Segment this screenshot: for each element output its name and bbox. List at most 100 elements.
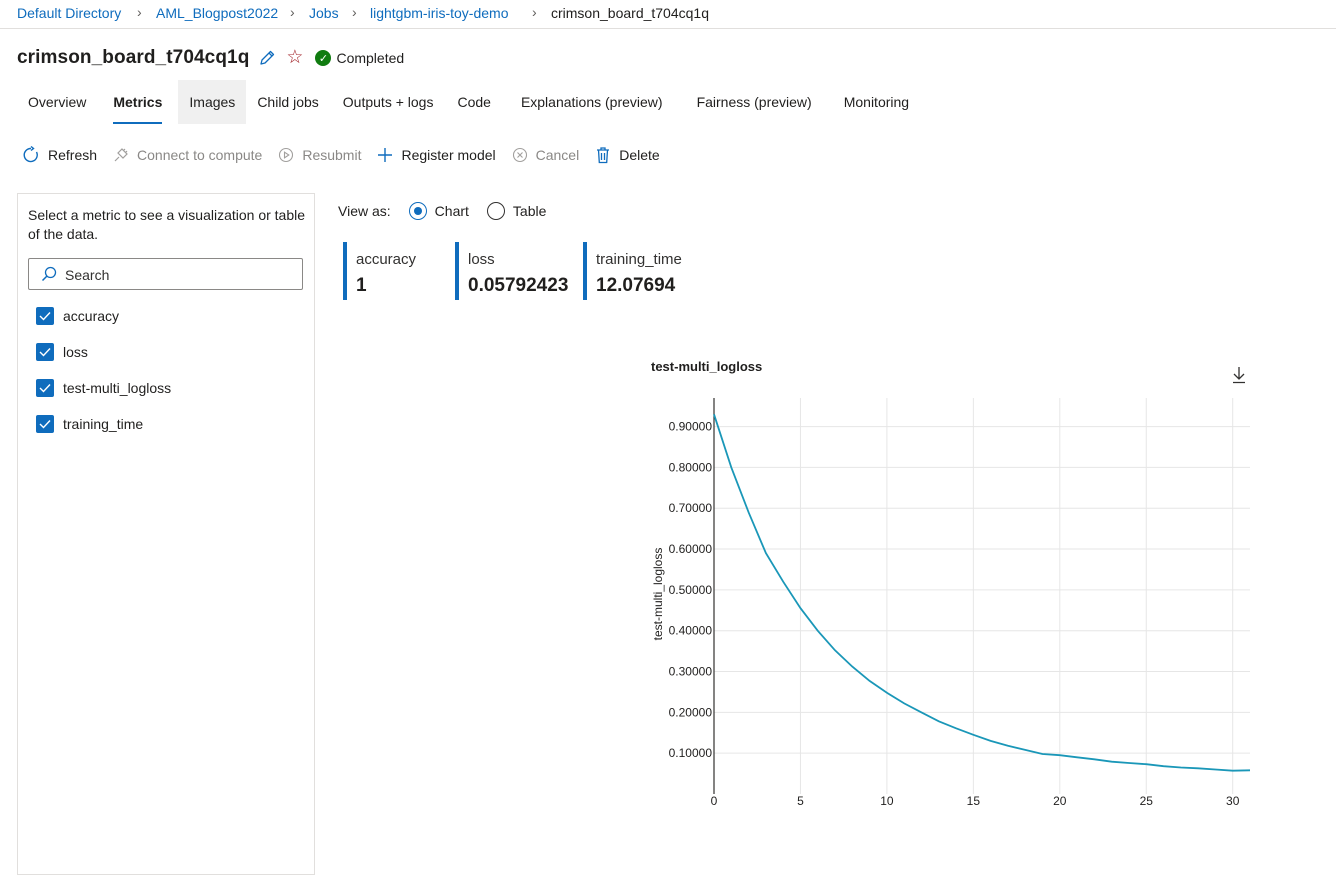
y-tick-label: 0.80000 xyxy=(669,460,713,474)
panel-description: Select a metric to see a visualization o… xyxy=(28,207,306,242)
metric-card-accuracy: accuracy 1 xyxy=(343,242,416,300)
metric-card-name: accuracy xyxy=(356,251,417,268)
y-tick-label: 0.30000 xyxy=(669,665,713,679)
y-tick-label: 0.50000 xyxy=(669,583,713,597)
refresh-button[interactable]: Refresh xyxy=(22,146,97,164)
tab-fairness[interactable]: Fairness (preview) xyxy=(686,80,823,124)
metric-label: training_time xyxy=(63,416,144,432)
play-icon xyxy=(279,147,294,163)
metric-card-name: training_time xyxy=(596,251,682,268)
y-tick-label: 0.60000 xyxy=(669,542,713,556)
cancel-icon xyxy=(512,147,527,163)
chart-grid xyxy=(713,398,1250,794)
tab-metrics[interactable]: Metrics xyxy=(102,80,173,124)
chart-series xyxy=(713,414,1251,772)
x-tick-label: 10 xyxy=(880,794,894,808)
tab-explanations[interactable]: Explanations (preview) xyxy=(510,80,674,124)
breadcrumb-item-workspace[interactable]: AML_Blogpost2022 xyxy=(156,5,278,21)
plus-icon xyxy=(378,148,393,162)
chevron-right-icon: › xyxy=(290,4,295,20)
radio-table[interactable] xyxy=(486,202,505,220)
breadcrumb-item-jobs[interactable]: Jobs xyxy=(309,5,339,21)
metric-label: loss xyxy=(63,344,88,360)
cancel-label: Cancel xyxy=(535,147,580,163)
tab-overview[interactable]: Overview xyxy=(17,80,97,124)
checkmark-icon xyxy=(39,420,51,429)
command-bar: Refresh Connect to compute Resubmit Regi… xyxy=(22,142,676,168)
chevron-right-icon: › xyxy=(137,4,142,20)
breadcrumb-item-directory[interactable]: Default Directory xyxy=(17,5,121,21)
checkbox[interactable] xyxy=(36,379,54,397)
title-row: crimson_board_t704cq1q ☆ ✓ Completed xyxy=(17,44,404,72)
view-as-group: View as: Chart Table xyxy=(338,202,546,220)
delete-button[interactable]: Delete xyxy=(595,146,660,164)
cancel-button[interactable]: Cancel xyxy=(512,147,580,163)
metric-label: accuracy xyxy=(63,308,120,324)
status-badge: ✓ Completed xyxy=(315,50,404,66)
checkbox[interactable] xyxy=(36,343,54,361)
connect-compute-button[interactable]: Connect to compute xyxy=(113,147,262,163)
y-axis: 0.10000 0.20000 0.30000 0.40000 0.50000 0.600… xyxy=(651,398,715,794)
metric-card-name: loss xyxy=(468,251,495,268)
breadcrumb-current: crimson_board_t704cq1q xyxy=(551,5,709,21)
chevron-right-icon: › xyxy=(352,4,357,20)
checkbox[interactable] xyxy=(36,415,54,433)
view-chart-option[interactable]: Chart xyxy=(408,202,469,220)
refresh-label: Refresh xyxy=(48,147,98,163)
register-model-button[interactable]: Register model xyxy=(377,147,496,163)
check-icon: ✓ xyxy=(315,50,332,66)
view-table-label: Table xyxy=(512,203,547,219)
metric-card-value: 1 xyxy=(356,275,367,296)
download-icon[interactable] xyxy=(1231,366,1247,384)
x-tick-label: 25 xyxy=(1140,794,1154,808)
search-input[interactable] xyxy=(63,264,297,286)
metric-checkbox-item[interactable]: training_time xyxy=(36,415,143,433)
metrics-list-panel: Select a metric to see a visualization o… xyxy=(17,193,315,875)
x-tick-label: 0 xyxy=(711,794,718,808)
resubmit-button[interactable]: Resubmit xyxy=(278,147,361,163)
tab-monitoring[interactable]: Monitoring xyxy=(833,80,920,124)
search-icon xyxy=(41,266,57,282)
breadcrumb: Default Directory › AML_Blogpost2022 › J… xyxy=(0,0,1336,29)
x-tick-label: 30 xyxy=(1226,794,1240,808)
pencil-icon[interactable] xyxy=(258,49,276,67)
checkmark-icon xyxy=(39,312,51,321)
radio-chart[interactable] xyxy=(408,202,427,220)
tab-code[interactable]: Code xyxy=(446,80,501,124)
metric-checkbox-item[interactable]: loss xyxy=(36,343,88,361)
register-model-label: Register model xyxy=(401,147,496,163)
y-tick-label: 0.10000 xyxy=(669,746,713,760)
connect-compute-label: Connect to compute xyxy=(137,147,263,163)
metric-label: test-multi_logloss xyxy=(63,380,172,396)
status-text: Completed xyxy=(336,50,405,66)
metric-card-loss: loss 0.05792423 xyxy=(455,242,568,300)
view-as-label: View as: xyxy=(338,203,391,219)
x-tick-label: 5 xyxy=(797,794,804,808)
view-table-option[interactable]: Table xyxy=(486,202,547,220)
view-chart-label: Chart xyxy=(434,203,469,219)
x-tick-label: 20 xyxy=(1053,794,1067,808)
x-axis: 0 5 10 15 20 25 30 xyxy=(711,794,1240,808)
refresh-icon xyxy=(23,146,38,163)
y-tick-label: 0.40000 xyxy=(669,624,713,638)
tab-child-jobs[interactable]: Child jobs xyxy=(246,80,329,124)
checkbox[interactable] xyxy=(36,307,54,325)
x-tick-label: 15 xyxy=(967,794,981,808)
chart-title: test-multi_logloss xyxy=(651,359,763,374)
resubmit-label: Resubmit xyxy=(302,147,362,163)
metric-card-value: 12.07694 xyxy=(596,275,676,296)
breadcrumb-item-experiment[interactable]: lightgbm-iris-toy-demo xyxy=(370,5,508,21)
metric-checkbox-item[interactable]: accuracy xyxy=(36,307,119,325)
search-box[interactable] xyxy=(28,258,303,290)
metric-card-training-time: training_time 12.07694 xyxy=(583,242,682,300)
star-icon[interactable]: ☆ xyxy=(286,48,303,67)
checkmark-icon xyxy=(39,384,51,393)
plug-icon xyxy=(114,148,128,162)
series-line xyxy=(713,414,1251,772)
checkmark-icon xyxy=(39,348,51,357)
tab-images[interactable]: Images xyxy=(178,80,247,124)
page-title: crimson_board_t704cq1q xyxy=(17,47,250,68)
metric-checkbox-item[interactable]: test-multi_logloss xyxy=(36,379,171,397)
tab-outputs-logs[interactable]: Outputs + logs xyxy=(332,80,445,124)
delete-label: Delete xyxy=(619,147,660,163)
